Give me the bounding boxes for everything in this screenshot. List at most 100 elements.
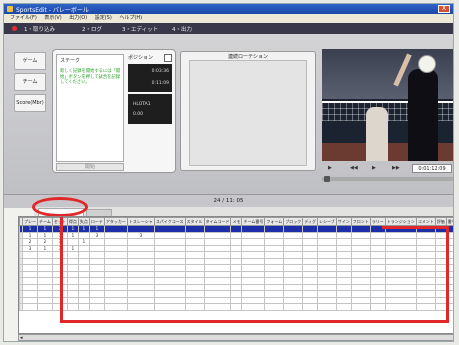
log-workspace: ゲーム チーム Score(Mbr) ステーク 新しく記録を開始するには「開始」…	[4, 34, 453, 194]
seek-bar[interactable]	[322, 176, 453, 182]
rewind-button[interactable]: ◀◀	[350, 165, 358, 171]
step-box: ステーク 新しく記録を開始するには「開始」ボタンを押して試合を記録してください。	[56, 54, 124, 162]
seek-handle[interactable]	[324, 176, 330, 182]
column-header[interactable]: ラリー	[369, 217, 386, 226]
transport-bar: ▶ ◀◀ ▶ ▶▶ 0:01:12:09	[322, 163, 453, 175]
table-cell[interactable]	[88, 303, 105, 311]
table-cell[interactable]	[302, 303, 318, 311]
table-cell[interactable]	[384, 303, 417, 311]
table-cell[interactable]	[230, 303, 243, 311]
table-cell[interactable]	[66, 303, 79, 311]
position-readout: 0:03:36 0:11:09	[128, 64, 172, 92]
column-header[interactable]: 評価	[434, 217, 447, 226]
table-cell[interactable]	[264, 303, 285, 311]
table-cell[interactable]	[77, 303, 90, 311]
horizontal-scrollbar[interactable]: ◂	[18, 334, 453, 341]
column-header[interactable]: 失点	[77, 217, 90, 226]
annotation-line	[60, 320, 448, 323]
column-header[interactable]: トスレーシャ	[126, 217, 155, 226]
menu-file[interactable]: ファイル(F)	[10, 14, 37, 23]
side-tab-team[interactable]: チーム	[14, 73, 46, 91]
table-cell[interactable]	[283, 303, 304, 311]
tab-secondary[interactable]	[86, 209, 112, 216]
highlight-circle	[32, 197, 88, 217]
rotation-area[interactable]	[189, 60, 307, 166]
side-tab-score[interactable]: Score(Mbr)	[14, 94, 46, 112]
column-header[interactable]: サイン	[335, 217, 352, 226]
table-cell[interactable]	[203, 303, 232, 311]
step-panel: ステーク 新しく記録を開始するには「開始」ボタンを押して試合を記録してください。…	[52, 49, 176, 173]
column-header[interactable]: レシーブ	[316, 217, 337, 226]
close-button[interactable]: X	[438, 5, 450, 13]
table-cell[interactable]	[434, 303, 447, 311]
annotation-line	[382, 226, 449, 229]
column-header[interactable]: プレー	[22, 217, 38, 226]
record-icon	[12, 26, 17, 31]
annotation-line	[446, 226, 449, 323]
table-cell[interactable]	[37, 303, 53, 311]
table-cell[interactable]	[22, 303, 38, 311]
column-header[interactable]: チーム番号	[241, 217, 266, 226]
timecode-field[interactable]: 0:01:12:09	[412, 164, 452, 173]
step-forward-button[interactable]: ▶	[372, 165, 376, 171]
mode-capture[interactable]: 1・取り込み	[24, 25, 55, 33]
volleyball-image	[418, 55, 436, 73]
menu-help[interactable]: ヘルプ(H)	[119, 14, 142, 23]
column-header[interactable]: アタッカー	[103, 217, 128, 226]
menu-output[interactable]: 出力(O)	[69, 14, 87, 23]
mode-log[interactable]: 2・ログ	[82, 25, 102, 33]
position-readout-2: HLOTA1 0.00	[128, 94, 172, 124]
table-cell[interactable]	[153, 303, 186, 311]
start-button[interactable]: 開始	[56, 163, 124, 171]
position-toggle[interactable]	[164, 54, 172, 62]
column-header[interactable]: ローテ	[88, 217, 105, 226]
column-header[interactable]: メモ	[230, 217, 243, 226]
column-header[interactable]: 番号	[445, 217, 453, 226]
table-cell[interactable]	[415, 303, 436, 311]
column-header[interactable]: タイムコード	[203, 217, 232, 226]
app-window: SportsEdit - バレーボール X ファイル(F) 表示(V) 出力(O…	[3, 3, 454, 342]
video-player-white	[366, 107, 388, 161]
table-header-row: プレーチームセット得点失点ローテアタッカートスレーシャスパイクコーススタイルタイ…	[19, 217, 453, 226]
side-tab-game[interactable]: ゲーム	[14, 52, 46, 70]
fast-forward-button[interactable]: ▶▶	[392, 165, 400, 171]
column-header[interactable]: フォーム	[264, 217, 285, 226]
annotation-line	[60, 217, 63, 322]
log-table[interactable]: プレーチームセット得点失点ローテアタッカートスレーシャスパイクコーススタイルタイ…	[18, 216, 453, 334]
position-value-3: HLOTA1	[133, 102, 151, 107]
mode-output[interactable]: 4・出力	[172, 25, 192, 33]
table-cell[interactable]	[350, 303, 371, 311]
table-row-empty[interactable]	[19, 303, 453, 311]
column-header[interactable]: コメント	[415, 217, 436, 226]
play-button[interactable]: ▶	[328, 165, 332, 171]
table-cell[interactable]	[126, 303, 155, 311]
position-panel: ポジション 0:03:36 0:11:09 HLOTA1 0.00	[128, 54, 174, 138]
column-header[interactable]: スパイクコース	[153, 217, 186, 226]
rotation-header: 連続ローテション	[227, 54, 268, 60]
step-instructions: 新しく記録を開始するには「開始」ボタンを押して試合を記録してください。	[60, 69, 121, 86]
menu-settings[interactable]: 設定(S)	[95, 14, 112, 23]
video-player-dark	[408, 69, 438, 161]
column-header[interactable]: フロント	[350, 217, 371, 226]
column-header[interactable]: スタイル	[184, 217, 205, 226]
mode-edit[interactable]: 3・エディット	[122, 25, 158, 33]
column-header[interactable]: ディグ	[302, 217, 318, 226]
table-tabs	[34, 207, 453, 216]
position-header: ポジション	[128, 55, 154, 61]
video-preview[interactable]	[322, 49, 453, 161]
table-cell[interactable]	[316, 303, 337, 311]
table-cell[interactable]	[369, 303, 386, 311]
column-header[interactable]: トランジション	[384, 217, 417, 226]
table-cell[interactable]	[241, 303, 266, 311]
taskbar	[4, 341, 453, 342]
table-cell[interactable]	[184, 303, 205, 311]
table-cell[interactable]	[335, 303, 352, 311]
column-header[interactable]: 得点	[66, 217, 79, 226]
table-cell[interactable]	[103, 303, 128, 311]
column-header[interactable]: チーム	[37, 217, 53, 226]
menu-view[interactable]: 表示(V)	[44, 14, 61, 23]
window-title: SportsEdit - バレーボール	[16, 7, 89, 14]
log-table-grid: プレーチームセット得点失点ローテアタッカートスレーシャスパイクコーススタイルタイ…	[19, 217, 453, 311]
column-header[interactable]: ブロック	[283, 217, 304, 226]
mode-bar: 1・取り込み 2・ログ 3・エディット 4・出力	[4, 23, 453, 34]
